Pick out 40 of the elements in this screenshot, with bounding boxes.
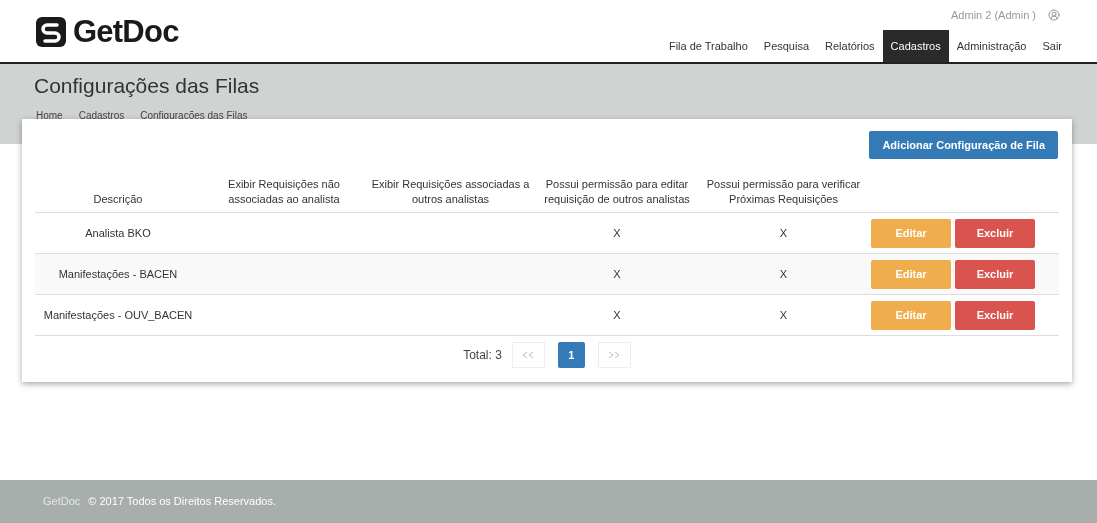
column-header: Exibir Requisições associadas a outros analistas bbox=[370, 177, 531, 207]
double-left-icon bbox=[523, 352, 534, 358]
first-page-button[interactable] bbox=[511, 342, 545, 368]
table-cell-text: X bbox=[613, 307, 621, 323]
page-button[interactable]: 1 bbox=[557, 342, 585, 368]
table-cell-text: X bbox=[613, 225, 621, 241]
last-page-button[interactable] bbox=[597, 342, 631, 368]
table-cell-text: Manifestações - OUV_BACEN bbox=[43, 307, 193, 323]
table-cell-text: Manifestações - BACEN bbox=[58, 266, 178, 282]
delete-button[interactable]: Excluir bbox=[955, 300, 1035, 330]
nav-link[interactable]: Sair bbox=[1034, 30, 1070, 62]
footer-copyright: © 2017 Todos os Direitos Reservados. bbox=[88, 494, 276, 510]
total-count: Total: 3 bbox=[463, 347, 502, 364]
breadcrumb-link[interactable]: Home bbox=[36, 107, 63, 123]
nav-link[interactable]: Pesquisa bbox=[755, 30, 818, 62]
footer-brand: GetDoc bbox=[43, 494, 81, 510]
nav-link[interactable]: Relatórios bbox=[817, 30, 883, 62]
column-header: Possui permissão para verificar Próximas Requisições bbox=[705, 177, 862, 207]
nav-link[interactable]: Cadastros bbox=[882, 30, 949, 62]
breadcrumb-link[interactable]: Configurações das Filas bbox=[140, 107, 248, 123]
table-cell-text: X bbox=[779, 266, 788, 282]
table-cell-text: X bbox=[779, 225, 788, 241]
table-cell-text: Analista BKO bbox=[85, 225, 151, 241]
table-cell-text: X bbox=[613, 266, 621, 282]
column-header: Exibir Requisições não associadas ao analista bbox=[227, 177, 341, 207]
add-configuration-button[interactable]: Adicionar Configuração de Fila bbox=[869, 131, 1058, 159]
nav-link[interactable]: Administração bbox=[948, 30, 1035, 62]
table-cell-text: X bbox=[779, 307, 788, 323]
logo-text: GetDoc bbox=[73, 12, 179, 51]
nav-link[interactable]: Fila de Trabalho bbox=[660, 30, 756, 62]
delete-button[interactable]: Excluir bbox=[955, 259, 1035, 289]
column-header: Descrição bbox=[93, 192, 143, 207]
user-icon bbox=[1048, 9, 1060, 21]
user-name: Admin 2 (Admin ) bbox=[951, 7, 1036, 23]
page-title: Configurações das Filas bbox=[34, 73, 261, 99]
delete-button[interactable]: Excluir bbox=[955, 218, 1035, 248]
double-right-icon bbox=[609, 352, 620, 358]
logo-icon bbox=[35, 16, 67, 48]
column-header: Possui permissão para editar requisição de outros analistas bbox=[543, 177, 691, 207]
breadcrumb-link[interactable]: Cadastros bbox=[78, 107, 125, 123]
